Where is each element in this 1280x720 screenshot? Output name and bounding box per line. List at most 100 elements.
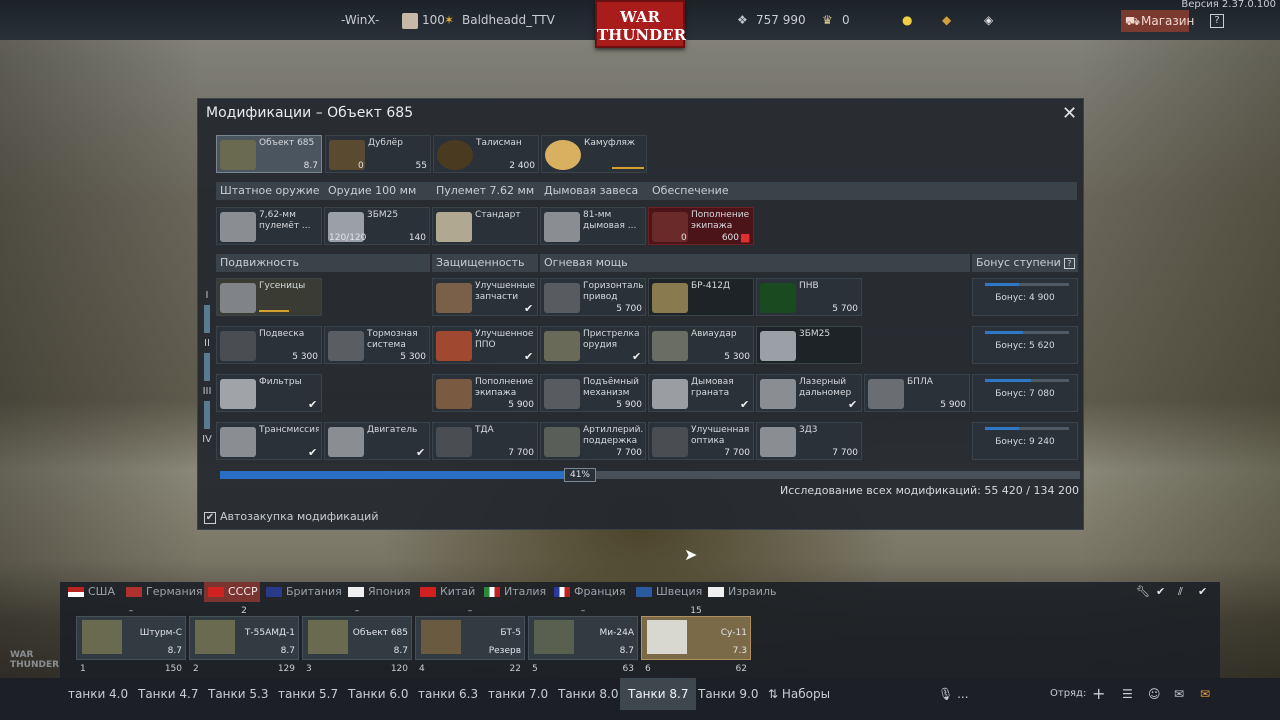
progress-label: 41% [564,468,596,482]
wrench-icon[interactable]: 🔧︎ [1136,582,1150,602]
mod-nvd[interactable]: ПНВ 5 700 [756,278,862,316]
mod-spare-parts[interactable]: Улучшенные запчасти ✔ [432,278,538,316]
mod-engine[interactable]: Двигатель ✔ [324,422,430,460]
shop-button[interactable]: ⛟ Магазин [1121,10,1194,32]
mod-zeroing[interactable]: Пристрелка орудия ✔ [540,326,646,364]
mod-horizontal-drive[interactable]: Горизонталь... привод5 700 [540,278,646,316]
chat-icon[interactable]: ✉ [1166,678,1192,710]
voice-chat[interactable]: 🎙︎ ... [930,678,977,710]
check-icon[interactable]: ✔ [1198,582,1207,602]
player-name[interactable]: Baldheadd_TTV [462,10,555,30]
mod-tda[interactable]: ТДА 7 700 [432,422,538,460]
progress-fill [220,471,573,479]
preset-tab[interactable]: танки 7.0 [480,678,556,710]
nation-china[interactable]: Китай [420,582,475,602]
mod-3bm25[interactable]: 3БМ25 [756,326,862,364]
vehicle-slot[interactable]: 2 Т-55АМД-1 8.7 2 129 [189,606,299,674]
preset-tab[interactable]: танки 4.0 [60,678,136,710]
golden-eagles-count[interactable]: 0 [842,10,850,30]
mod-3d3[interactable]: 3Д3 7 700 [756,422,862,460]
help-icon[interactable]: ? [1064,258,1075,269]
mod-fire-ext[interactable]: Улучшенное ППО ✔ [432,326,538,364]
weapon-header: Орудие 100 мм [328,184,417,197]
preset-tab[interactable]: Танки 8.0 [550,678,626,710]
nation-japan[interactable]: Япония [348,582,411,602]
add-squad-icon[interactable]: + [1084,678,1113,710]
player-level: 100 [422,13,445,27]
nation-ussr[interactable]: СССР [204,582,260,602]
tier-label: IV [202,434,212,445]
coupon-icon[interactable]: ◈ [984,10,993,30]
vehicle-slot[interactable]: – Ми-24А 8.7 5 63 [528,606,638,674]
smoke-launcher-icon [544,212,580,242]
war-thunder-watermark: WAR THUNDER [10,650,60,670]
mod-crew-replenish[interactable]: Пополнение экипажа 5 900 [432,374,538,412]
diamond-icon[interactable]: ◆ [942,10,951,30]
preset-tabs-bar: танки 4.0 Танки 4.7 Танки 5.3 танки 5.7 … [0,678,1280,720]
dialog-title: Модификации – Объект 685 [206,105,414,121]
mod-filters[interactable]: Фильтры ✔ [216,374,322,412]
nation-france[interactable]: Франция [554,582,626,602]
vehicle-slot[interactable]: – БТ-5 Резерв 4 22 [415,606,525,674]
vehicle-slot[interactable]: 15 Су-11 7.3 6 62 [641,606,751,674]
talisman-card[interactable]: Талисман 2 400 [433,135,539,173]
squad-name[interactable]: -WinX- [341,10,379,30]
preset-tab[interactable]: Танки 5.3 [200,678,276,710]
tier-label: II [204,338,210,349]
preset-tab[interactable]: танки 6.3 [410,678,486,710]
mod-elevation[interactable]: Подъёмный механизм 5 900 [540,374,646,412]
list-icon[interactable]: ☰ [1114,678,1141,710]
mod-rangefinder[interactable]: Лазерный дальномер ✔ [756,374,862,412]
nation-britain[interactable]: Британия [266,582,342,602]
talisman-icon [437,140,473,170]
vehicle-card[interactable]: Объект 685 8.7 [216,135,322,173]
check-icon[interactable]: ✔ [1156,582,1165,602]
repair-all-icon[interactable]: ⫽ [1178,582,1183,602]
weapon-card-ammo[interactable]: 3БМ25 120/120 140 [324,207,430,245]
preset-tab[interactable]: Танки 4.7 [130,678,206,710]
preset-tab[interactable]: Танки 6.0 [340,678,416,710]
weapon-card-machinegun[interactable]: 7,62-мм пулемёт ... [216,207,322,245]
preset-tab[interactable]: Танки 8.7 [620,678,697,710]
player-avatar[interactable] [402,13,418,29]
camouflage-card[interactable]: Камуфляж [541,135,647,173]
nation-usa[interactable]: США [68,582,115,602]
backup-card[interactable]: Дублёр 0 55 [325,135,431,173]
lightbulb-icon[interactable]: ● [902,10,912,30]
tier-bonus: Бонус: 4 900 [972,278,1078,316]
weapon-card-standard[interactable]: Стандарт [432,207,538,245]
nation-israel[interactable]: Израиль [708,582,776,602]
mod-transmission[interactable]: Трансмиссия ✔ [216,422,322,460]
weapon-card-crew[interactable]: Пополнение экипажа 0 600 ■ [648,207,754,245]
mod-suspension[interactable]: Подвеска 5 300 [216,326,322,364]
vehicle-slot[interactable]: – Объект 685 8.7 3 120 [302,606,412,674]
vehicle-slot[interactable]: – Штурм-С 8.7 1 150 [76,606,186,674]
war-thunder-logo[interactable]: WAR THUNDER [595,0,686,48]
auto-buy-checkbox[interactable]: ✔ Автозакупка модификаций [204,510,378,524]
tier-bonus: Бонус: 9 240 [972,422,1078,460]
help-button[interactable]: ? [1210,14,1224,28]
preset-tab[interactable]: танки 5.7 [270,678,346,710]
nation-sweden[interactable]: Швеция [636,582,702,602]
tier-bonus: Бонус: 5 620 [972,326,1078,364]
mod-br412d[interactable]: БР-412Д [648,278,754,316]
mod-uav[interactable]: БПЛА 5 900 [864,374,970,412]
microphone-icon: 🎙︎ [938,687,958,701]
weapon-card-smoke[interactable]: 81-мм дымовая ... [540,207,646,245]
mod-brakes[interactable]: Тормозная система 5 300 [324,326,430,364]
vehicle-slots: – Штурм-С 8.7 1 150 2 Т-55АМД-1 8.7 2 129 – Объек… [60,602,1220,678]
mod-optics[interactable]: Улучшенная оптика 7 700 [648,422,754,460]
nation-italy[interactable]: Италия [484,582,546,602]
close-icon[interactable]: ✕ [1062,103,1077,124]
mod-smoke-grenade[interactable]: Дымовая граната ✔ [648,374,754,412]
nation-bar: США Германия СССР Британия Япония Китай … [60,582,1220,602]
mod-airstrike[interactable]: Авиаудар 5 300 [648,326,754,364]
mod-tracks[interactable]: Гусеницы [216,278,322,316]
silver-lions-count[interactable]: 757 990 [756,10,806,30]
contacts-icon[interactable]: ☺ [1140,678,1169,710]
presets-button[interactable]: ⇅ Наборы [760,678,838,710]
mod-artillery[interactable]: Артиллерий... поддержка 7 700 [540,422,646,460]
preset-tab[interactable]: Танки 9.0 [690,678,766,710]
mail-icon[interactable]: ✉ [1192,678,1218,710]
nation-germany[interactable]: Германия [126,582,202,602]
